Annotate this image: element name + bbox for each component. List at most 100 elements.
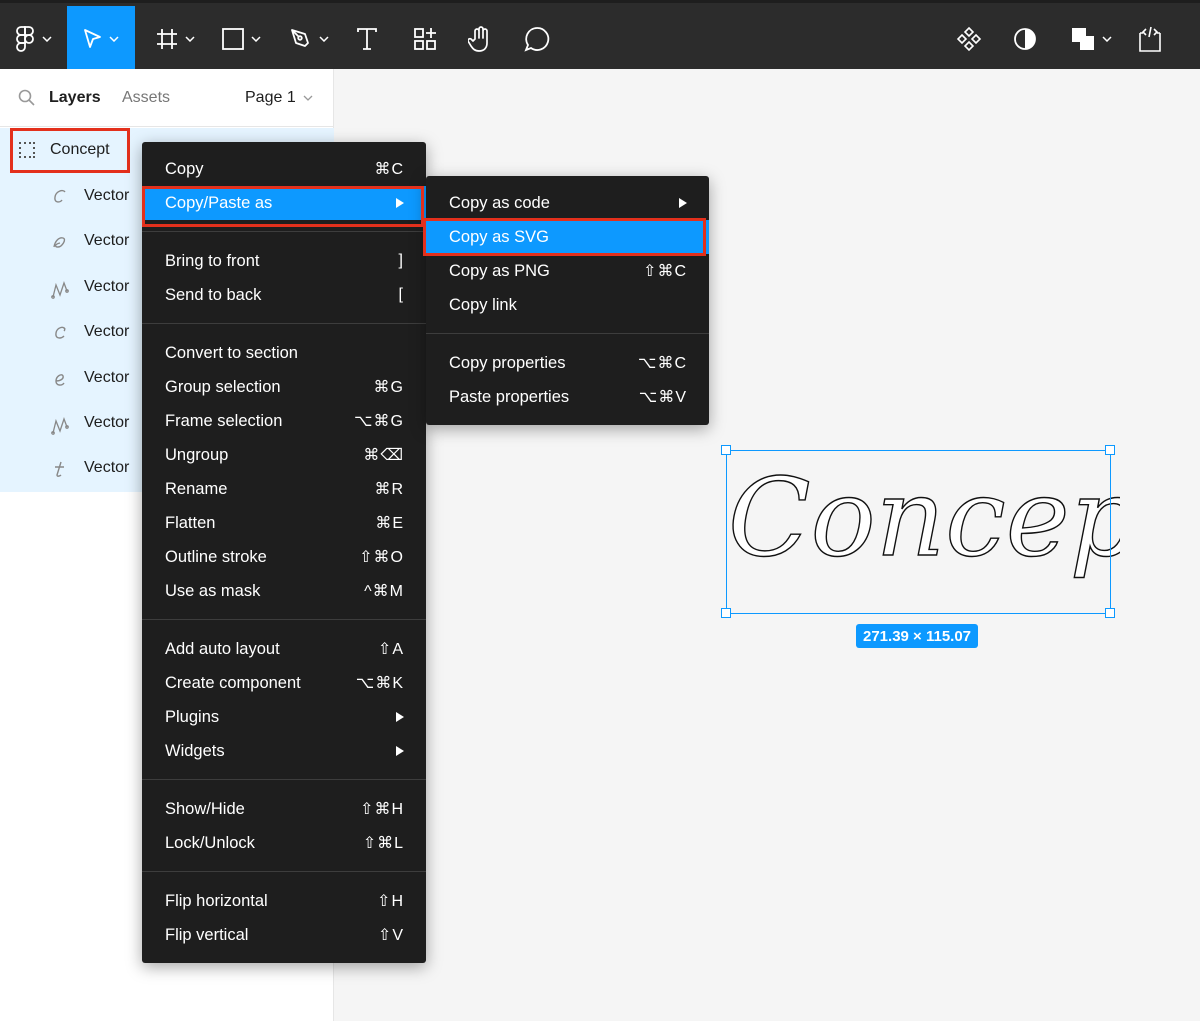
menu-separator xyxy=(426,333,709,334)
menu-item-shortcut: ⇧⌘O xyxy=(359,549,404,566)
text-tool-button[interactable] xyxy=(350,6,384,72)
menu-item-create-component[interactable]: Create component ⌥⌘K xyxy=(142,666,426,700)
menu-item-shortcut: ⌥⌘V xyxy=(638,389,687,406)
menu-item-copy-as-code[interactable]: Copy as code xyxy=(426,186,709,220)
dev-mode-button[interactable] xyxy=(1130,6,1170,72)
boolean-tool-button[interactable] xyxy=(1064,6,1118,72)
menu-item-show-hide[interactable]: Show/Hide ⇧⌘H xyxy=(142,792,426,826)
tab-layers[interactable]: Layers xyxy=(49,89,101,107)
menu-item-flip-horizontal[interactable]: Flip horizontal ⇧H xyxy=(142,884,426,918)
menu-item-shortcut: ] xyxy=(398,252,404,269)
menu-item-paste-properties[interactable]: Paste properties ⌥⌘V xyxy=(426,380,709,414)
menu-item-send-to-back[interactable]: Send to back [ xyxy=(142,278,426,312)
resize-handle-top-left[interactable] xyxy=(721,445,731,455)
shape-tool-button[interactable] xyxy=(214,6,268,72)
move-tool-button[interactable] xyxy=(67,6,135,72)
menu-item-copy[interactable]: Copy ⌘C xyxy=(142,152,426,186)
menu-item-label: Use as mask xyxy=(165,581,261,600)
hand-icon xyxy=(468,26,488,52)
menu-item-label: Rename xyxy=(165,479,228,498)
menu-item-frame-selection[interactable]: Frame selection ⌥⌘G xyxy=(142,404,426,438)
menu-item-bring-to-front[interactable]: Bring to front] xyxy=(142,244,426,278)
menu-item-label: Add auto layout xyxy=(165,639,280,658)
menu-item-lock-unlock[interactable]: Lock/Unlock ⇧⌘L xyxy=(142,826,426,860)
menu-item-label: Widgets xyxy=(165,741,225,760)
resources-tool-button[interactable] xyxy=(406,6,444,72)
contrast-tool-button[interactable] xyxy=(1006,6,1044,72)
submenu-arrow-icon xyxy=(396,198,404,208)
main-menu-button[interactable] xyxy=(0,6,66,72)
layer-name: Vector xyxy=(84,232,130,250)
vector-t-icon xyxy=(55,462,64,478)
menu-item-label: Copy link xyxy=(449,295,517,314)
layer-name: Vector xyxy=(84,187,130,204)
menu-item-shortcut: ⌘C xyxy=(374,161,404,178)
menu-item-shortcut: ⌥⌘K xyxy=(355,675,404,692)
menu-item-copy-as-png[interactable]: Copy as PNG ⇧⌘C xyxy=(426,254,709,288)
menu-separator xyxy=(142,323,426,324)
code-frame-icon xyxy=(1139,26,1161,52)
cursor-arrow-icon xyxy=(84,29,101,48)
menu-item-copy-properties[interactable]: Copy properties ⌥⌘C xyxy=(426,346,709,380)
menu-item-label: Lock/Unlock xyxy=(165,833,255,852)
component-tool-button[interactable] xyxy=(950,6,988,72)
chevron-down-icon xyxy=(303,95,313,101)
resize-handle-bottom-right[interactable] xyxy=(1105,608,1115,618)
menu-item-shortcut: ⌘R xyxy=(374,481,404,498)
page-selector[interactable]: Page 1 xyxy=(245,89,313,107)
menu-item-label: Copy properties xyxy=(449,353,566,372)
menu-item-flip-vertical[interactable]: Flip vertical ⇧V xyxy=(142,918,426,952)
comment-tool-button[interactable] xyxy=(518,6,556,72)
menu-item-shortcut: ⌘⌫ xyxy=(363,447,404,464)
menu-item-shortcut: ⇧⌘C xyxy=(643,263,687,280)
menu-item-shortcut: ⇧V xyxy=(377,927,404,944)
menu-item-label: Flip horizontal xyxy=(165,891,268,910)
menu-item-label: Outline stroke xyxy=(165,547,267,566)
context-menu: Copy ⌘C Copy/Paste as Bring to front] Send t… xyxy=(142,142,426,963)
chevron-down-icon xyxy=(185,36,195,42)
menu-item-shortcut: ⌥⌘C xyxy=(638,355,687,372)
menu-item-use-as-mask[interactable]: Use as mask ^⌘M xyxy=(142,574,426,608)
submenu-arrow-icon xyxy=(396,712,404,722)
resize-handle-bottom-left[interactable] xyxy=(721,608,731,618)
hand-tool-button[interactable] xyxy=(462,6,500,72)
menu-item-label: Copy as SVG xyxy=(449,227,549,246)
menu-item-outline-stroke[interactable]: Outline stroke ⇧⌘O xyxy=(142,540,426,574)
page-name: Page 1 xyxy=(245,89,296,106)
vector-c2-icon xyxy=(55,326,66,339)
menu-item-label: Flatten xyxy=(165,513,216,532)
selection-box xyxy=(726,450,1111,614)
menu-item-label: Copy as code xyxy=(449,193,550,212)
top-toolbar xyxy=(0,0,1200,72)
menu-item-shortcut: ⌥⌘G xyxy=(354,413,404,430)
frame-tool-button[interactable] xyxy=(148,6,202,72)
chevron-down-icon xyxy=(42,36,52,42)
contrast-circle-icon xyxy=(1014,28,1036,50)
chevron-down-icon xyxy=(251,36,261,42)
menu-item-rename[interactable]: Rename ⌘R xyxy=(142,472,426,506)
menu-item-copy-link[interactable]: Copy link xyxy=(426,288,709,322)
menu-item-shortcut: ⇧H xyxy=(377,893,404,910)
menu-item-flatten[interactable]: Flatten ⌘E xyxy=(142,506,426,540)
menu-item-plugins[interactable]: Plugins xyxy=(142,700,426,734)
menu-separator xyxy=(142,231,426,232)
menu-item-label: Copy xyxy=(165,159,204,178)
pen-tool-button[interactable] xyxy=(282,6,336,72)
menu-item-copy-as-svg[interactable]: Copy as SVG xyxy=(426,220,709,254)
menu-item-copy-paste-as[interactable]: Copy/Paste as xyxy=(142,186,426,220)
submenu-arrow-icon xyxy=(679,198,687,208)
menu-item-widgets[interactable]: Widgets xyxy=(142,734,426,768)
vector-e-icon xyxy=(55,373,65,386)
tab-assets[interactable]: Assets xyxy=(122,89,170,107)
menu-item-ungroup[interactable]: Ungroup ⌘⌫ xyxy=(142,438,426,472)
figma-logo-icon xyxy=(16,26,34,52)
menu-item-shortcut: [ xyxy=(398,286,404,303)
menu-item-group-selection[interactable]: Group selection ⌘G xyxy=(142,370,426,404)
menu-item-add-auto-layout[interactable]: Add auto layout ⇧A xyxy=(142,632,426,666)
search-icon[interactable] xyxy=(18,89,36,107)
menu-separator xyxy=(142,779,426,780)
menu-item-convert-to-section[interactable]: Convert to section xyxy=(142,336,426,370)
resize-handle-top-right[interactable] xyxy=(1105,445,1115,455)
pen-icon xyxy=(291,29,309,47)
concept-highlight-frame xyxy=(10,128,130,173)
